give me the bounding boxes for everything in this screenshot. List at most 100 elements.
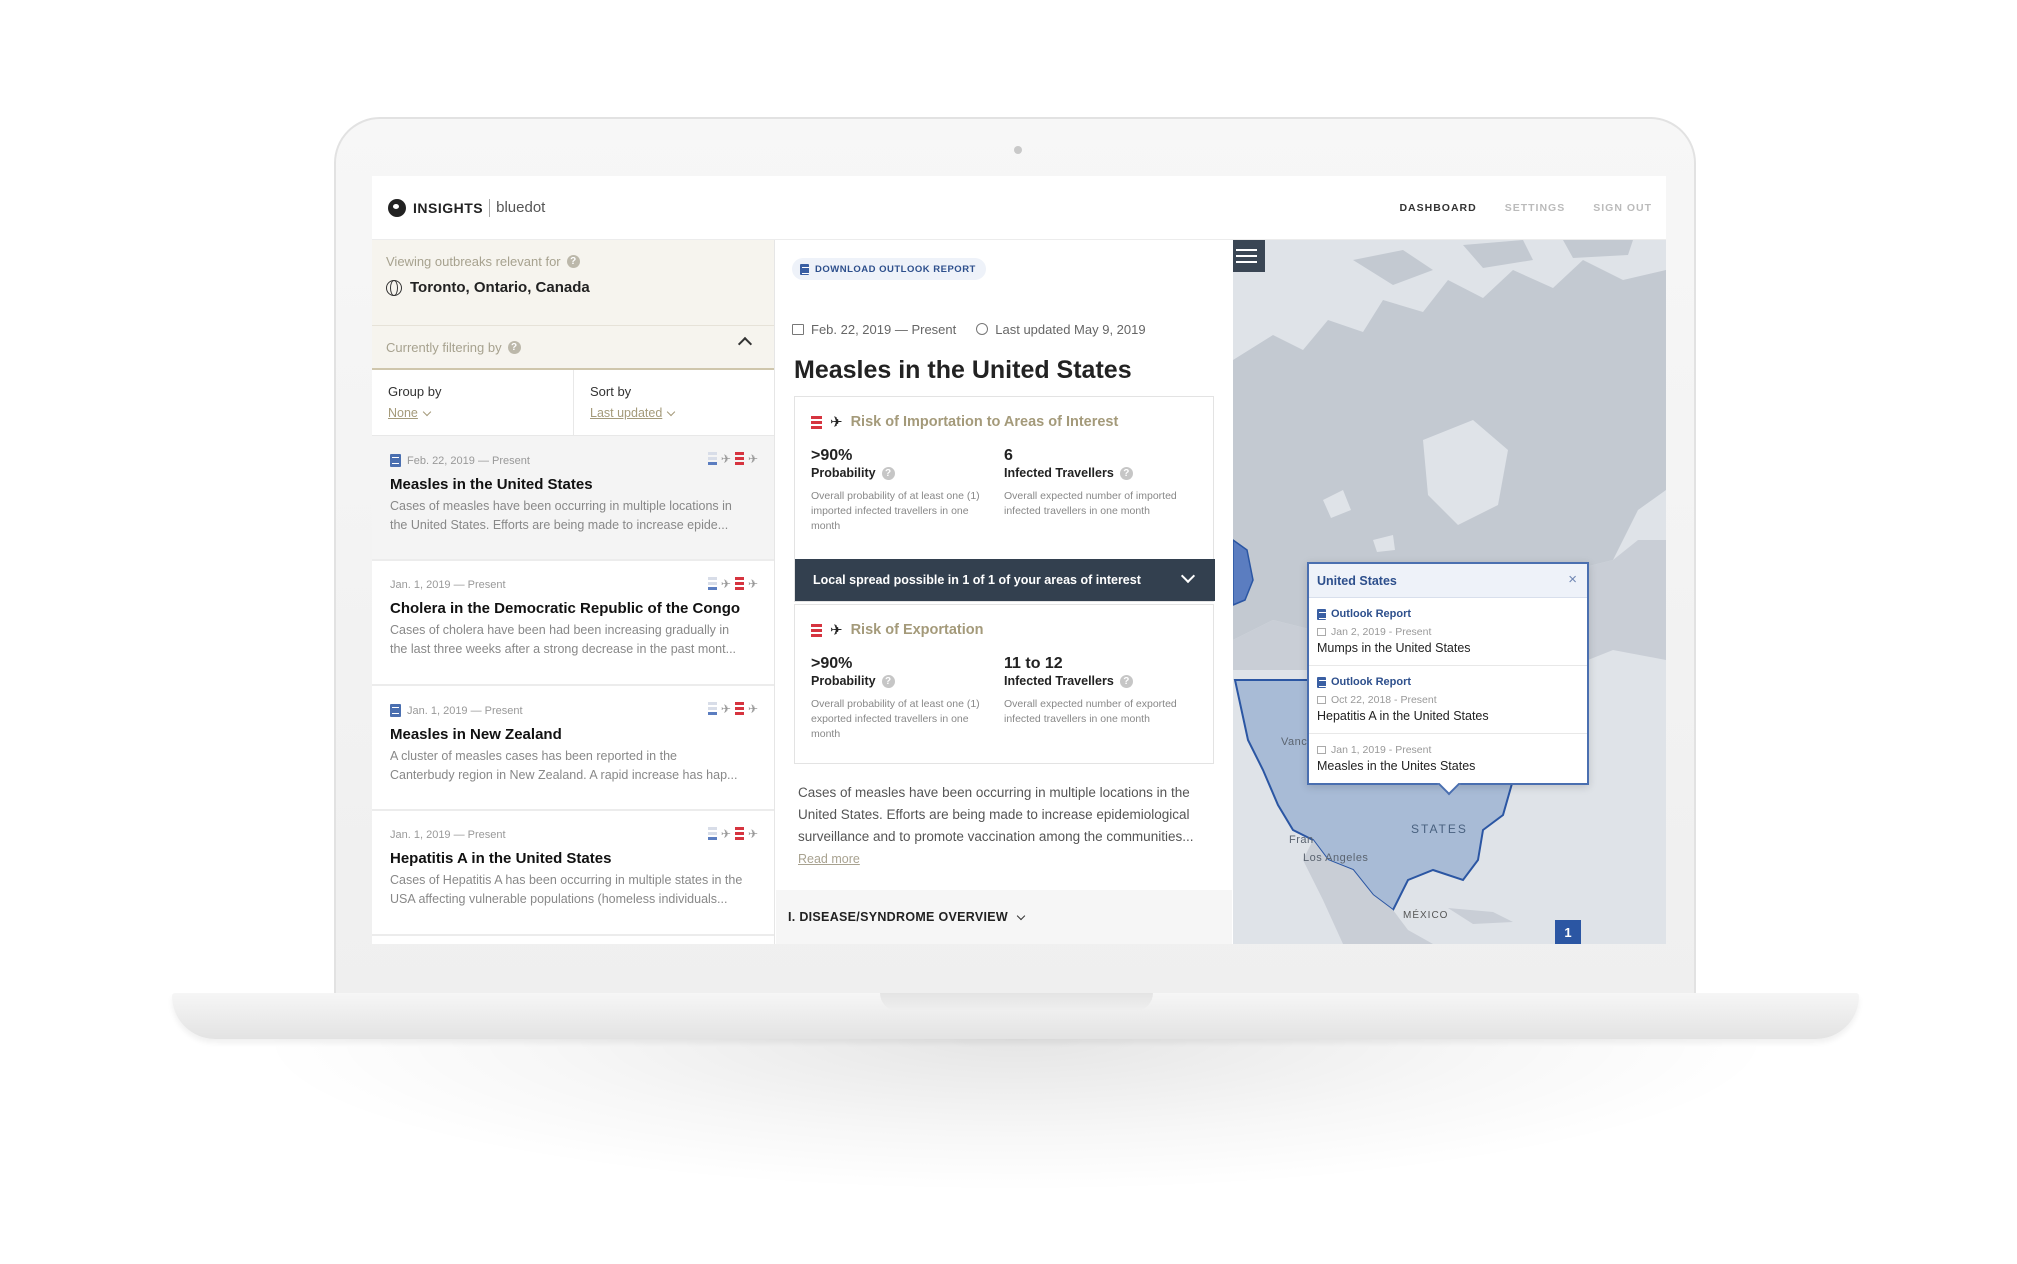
popup-event-title: Measles in the Unites States: [1317, 759, 1476, 773]
map-label-states: STATES: [1411, 822, 1468, 836]
last-updated-text: Last updated May 9, 2019: [995, 322, 1146, 337]
refresh-clock-icon: [976, 323, 989, 335]
location-row[interactable]: Toronto, Ontario, Canada: [386, 279, 760, 296]
help-icon[interactable]: ?: [507, 340, 521, 354]
popup-event-item[interactable]: Outlook Report Oct 22, 2018 - Present He…: [1309, 666, 1587, 734]
chevron-down-icon: [1016, 911, 1026, 920]
group-by-select[interactable]: None: [388, 406, 557, 420]
calendar-icon: [1317, 746, 1326, 754]
disease-overview-section[interactable]: I. DISEASE/SYNDROME OVERVIEW: [776, 890, 1232, 944]
outlook-report-icon: [390, 704, 401, 717]
event-card[interactable]: Jan. 1, 2019 — Present ✈ ✈ Cholera in th…: [372, 561, 774, 686]
event-description-line: USA affecting vulnerable populations (ho…: [390, 892, 728, 906]
plane-landing-icon: ✈: [720, 826, 731, 841]
event-card[interactable]: Feb. 22, 2019 — Present ✈ ✈ Measles in t…: [372, 436, 774, 561]
sort-by-select[interactable]: Last updated: [590, 406, 758, 420]
location-name: Toronto, Ontario, Canada: [410, 279, 590, 296]
chevron-up-icon[interactable]: [737, 336, 753, 352]
read-more-link[interactable]: Read more: [798, 852, 860, 866]
cluster-count-badge[interactable]: 1: [1555, 920, 1581, 944]
map-label-los-angeles: Los Angeles: [1303, 852, 1369, 864]
app-header: INSIGHTS bluedot DASHBOARD SETTINGS SIGN…: [372, 176, 1666, 240]
close-icon[interactable]: ×: [1568, 572, 1577, 587]
plane-landing-icon: ✈: [720, 701, 731, 716]
local-spread-banner[interactable]: Local spread possible in 1 of 1 of your …: [795, 559, 1215, 601]
event-risk-indicators: ✈ ✈: [707, 826, 758, 841]
travellers-note: Overall expected number of imported infe…: [1004, 490, 1177, 517]
bluedot-logo-icon: [388, 198, 406, 217]
help-icon[interactable]: ?: [881, 466, 895, 480]
plane-landing-icon: ✈: [720, 451, 731, 466]
popup-header: United States ×: [1309, 564, 1587, 598]
event-title: Measles in New Zealand: [390, 726, 562, 743]
event-description: Cases of measles have been occurring in …: [390, 497, 756, 535]
event-dates: Feb. 22, 2019 — Present Last updated May…: [792, 322, 1146, 337]
map-label-vancouver: Vanc: [1281, 736, 1308, 748]
risk-level-bars: [811, 415, 822, 429]
help-icon[interactable]: ?: [881, 674, 895, 688]
event-date: Jan. 1, 2019 — Present: [390, 829, 506, 841]
exportation-probability: >90% Probability? Overall probability of…: [811, 655, 1004, 742]
brand-divider: [489, 198, 491, 217]
travellers-label-text: Infected Travellers: [1004, 466, 1114, 480]
plane-departure-icon: ✈: [830, 622, 843, 639]
download-outlook-report-button[interactable]: DOWNLOAD OUTLOOK REPORT: [792, 258, 986, 280]
laptop-notch: [880, 993, 1153, 1011]
importation-title: Risk of Importation to Areas of Interest: [850, 414, 1119, 430]
chevron-down-icon: [422, 407, 432, 416]
event-description: A cluster of measles cases has been repo…: [390, 747, 756, 785]
list-icon: [1241, 249, 1257, 251]
plane-landing-icon: ✈: [720, 576, 731, 591]
event-title: Cholera in the Democratic Republic of th…: [390, 600, 741, 617]
importation-risk-card: ✈ Risk of Importation to Areas of Intere…: [794, 396, 1215, 602]
date-range-text: Feb. 22, 2019 — Present: [811, 322, 957, 337]
section-title: I. DISEASE/SYNDROME OVERVIEW: [788, 910, 1009, 924]
chevron-down-icon: [1180, 568, 1196, 584]
probability-note: Overall probability of at least one (1) …: [811, 698, 980, 740]
import-risk-bars: [707, 702, 717, 715]
event-description-line: Cases of Hepatitis A has been occurring …: [390, 873, 743, 887]
event-detail-panel: DOWNLOAD OUTLOOK REPORT Feb. 22, 2019 — …: [776, 240, 1232, 944]
nav-dashboard[interactable]: DASHBOARD: [1399, 202, 1476, 214]
nav-settings[interactable]: SETTINGS: [1505, 202, 1566, 214]
cuba: [1448, 908, 1513, 924]
legend-toggle-button[interactable]: [1233, 240, 1265, 272]
globe-icon: [386, 279, 402, 296]
importation-travellers: 6 Infected Travellers? Overall expected …: [1004, 447, 1197, 534]
group-sort-bar: Group by None Sort by Last updated: [372, 370, 774, 436]
group-by-value: None: [388, 406, 418, 420]
travellers-value: 6: [1004, 447, 1013, 464]
event-list-panel: Viewing outbreaks relevant for ? Toronto…: [372, 240, 775, 944]
popup-event-date: Jan 2, 2019 - Present: [1317, 626, 1579, 638]
calendar-icon: [1317, 628, 1326, 636]
map-panel[interactable]: Vanc Fran Los Angeles STATES MÉXICO 1 Un…: [1233, 240, 1666, 944]
calendar-icon: [792, 324, 804, 335]
import-risk-bars: [707, 577, 717, 590]
event-card[interactable]: Jan. 1, 2019 — Present ✈ ✈ Measles in Ne…: [372, 686, 774, 811]
nav-sign-out[interactable]: SIGN OUT: [1593, 202, 1652, 214]
filter-bar[interactable]: Currently filtering by ?: [372, 326, 774, 370]
plane-landing-icon: ✈: [830, 414, 843, 431]
exportation-travellers: 11 to 12 Infected Travellers? Overall ex…: [1004, 655, 1197, 742]
document-icon: [1317, 608, 1326, 620]
brand-name: INSIGHTS: [413, 199, 484, 216]
brand[interactable]: INSIGHTS bluedot: [388, 198, 545, 217]
help-icon[interactable]: ?: [1119, 466, 1133, 480]
event-description-line: the United States. Efforts are being mad…: [390, 518, 729, 532]
sort-by-value: Last updated: [590, 406, 663, 420]
popup-event-date: Jan 1, 2019 - Present: [1317, 744, 1579, 756]
popup-event-date-text: Oct 22, 2018 - Present: [1331, 694, 1437, 706]
popup-event-item[interactable]: Jan 1, 2019 - Present Measles in the Uni…: [1309, 734, 1587, 783]
popup-event-title: Mumps in the United States: [1317, 641, 1471, 655]
help-icon[interactable]: ?: [1119, 674, 1133, 688]
filter-label: Currently filtering by ?: [386, 340, 521, 355]
map-label-mexico: MÉXICO: [1403, 910, 1449, 921]
popup-event-type: Outlook Report: [1317, 676, 1579, 688]
plane-departure-icon: ✈: [747, 826, 758, 841]
event-summary: Cases of measles have been occurring in …: [798, 785, 1194, 844]
event-card[interactable]: Jan. 1, 2019 — Present ✈ ✈ Hepatitis A i…: [372, 811, 774, 936]
filter-label-text: Currently filtering by: [386, 339, 502, 355]
popup-event-item[interactable]: Outlook Report Jan 2, 2019 - Present Mum…: [1309, 598, 1587, 666]
viewing-label-text: Viewing outbreaks relevant for: [386, 254, 561, 269]
help-icon[interactable]: ?: [566, 255, 580, 268]
